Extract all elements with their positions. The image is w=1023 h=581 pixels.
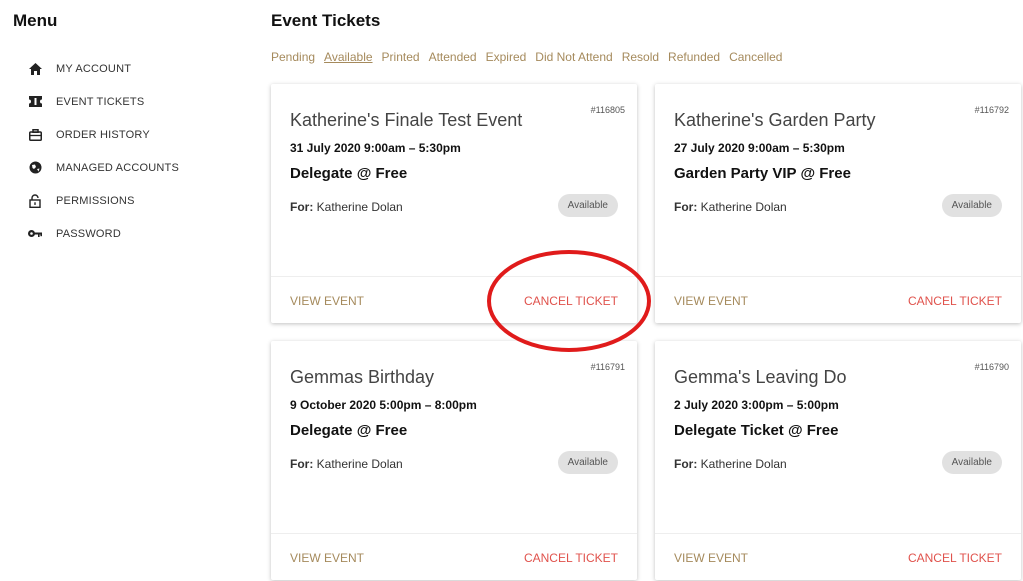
event-date: 27 July 2020 9:00am – 5:30pm — [674, 141, 845, 155]
ticket-card: #116805 Katherine's Finale Test Event 31… — [271, 84, 637, 323]
sidebar-item-label: MANAGED ACCOUNTS — [56, 161, 179, 174]
tab-resold[interactable]: Resold — [622, 50, 659, 64]
sidebar-item-event-tickets[interactable]: EVENT TICKETS — [28, 85, 179, 118]
key-icon — [28, 227, 42, 241]
sidebar-item-label: MY ACCOUNT — [56, 62, 132, 75]
cancel-ticket-link[interactable]: CANCEL TICKET — [908, 551, 1002, 565]
ticket-icon — [28, 95, 42, 109]
sidebar-item-label: PERMISSIONS — [56, 194, 135, 207]
tab-available[interactable]: Available — [324, 50, 372, 64]
ticket-card: #116792 Katherine's Garden Party 27 July… — [655, 84, 1021, 323]
ticket-holder-name: Katherine Dolan — [700, 200, 787, 214]
cancel-ticket-link[interactable]: CANCEL TICKET — [524, 294, 618, 308]
ticket-reference: #116791 — [590, 362, 625, 372]
ticket-holder-name: Katherine Dolan — [700, 457, 787, 471]
cancel-ticket-link[interactable]: CANCEL TICKET — [908, 294, 1002, 308]
ticket-holder-label: For: — [290, 457, 314, 471]
card-footer: VIEW EVENT CANCEL TICKET — [271, 533, 637, 580]
ticket-holder-label: For: — [290, 200, 314, 214]
sidebar-item-label: PASSWORD — [56, 227, 121, 240]
lock-icon — [28, 193, 42, 208]
sidebar-item-order-history[interactable]: ORDER HISTORY — [28, 118, 179, 151]
tab-pending[interactable]: Pending — [271, 50, 315, 64]
tab-printed[interactable]: Printed — [382, 50, 420, 64]
event-date: 2 July 2020 3:00pm – 5:00pm — [674, 398, 839, 412]
page-title: Event Tickets — [271, 11, 381, 30]
ticket-reference: #116805 — [590, 105, 625, 115]
sidebar-item-label: ORDER HISTORY — [56, 128, 150, 141]
view-event-link[interactable]: VIEW EVENT — [290, 294, 364, 308]
sidebar-item-password[interactable]: PASSWORD — [28, 217, 179, 250]
event-title: Gemma's Leaving Do — [674, 367, 847, 387]
ticket-holder-label: For: — [674, 457, 698, 471]
event-date: 31 July 2020 9:00am – 5:30pm — [290, 141, 461, 155]
ticket-reference: #116790 — [974, 362, 1009, 372]
sidebar-item-managed-accounts[interactable]: MANAGED ACCOUNTS — [28, 151, 179, 184]
ticket-holder-name: Katherine Dolan — [316, 200, 403, 214]
card-footer: VIEW EVENT CANCEL TICKET — [271, 276, 637, 323]
sidebar-item-permissions[interactable]: PERMISSIONS — [28, 184, 179, 217]
ticket-card: #116790 Gemma's Leaving Do 2 July 2020 3… — [655, 341, 1021, 580]
event-title: Katherine's Garden Party — [674, 110, 876, 130]
home-icon — [28, 62, 42, 76]
ticket-holder-name: Katherine Dolan — [316, 457, 403, 471]
ticket-type: Delegate Ticket @ Free — [674, 422, 839, 439]
tab-cancelled[interactable]: Cancelled — [729, 50, 782, 64]
ticket-holder-label: For: — [674, 200, 698, 214]
ticket-reference: #116792 — [974, 105, 1009, 115]
ticket-holder: For: Katherine Dolan — [290, 457, 403, 471]
card-footer: VIEW EVENT CANCEL TICKET — [655, 533, 1021, 580]
tab-expired[interactable]: Expired — [486, 50, 527, 64]
view-event-link[interactable]: VIEW EVENT — [674, 294, 748, 308]
status-badge: Available — [557, 451, 618, 474]
status-badge: Available — [941, 451, 1002, 474]
card-footer: VIEW EVENT CANCEL TICKET — [655, 276, 1021, 323]
ticket-holder: For: Katherine Dolan — [290, 200, 403, 214]
event-title: Katherine's Finale Test Event — [290, 110, 523, 130]
event-title: Gemmas Birthday — [290, 367, 435, 387]
sidebar-item-my-account[interactable]: MY ACCOUNT — [28, 52, 179, 85]
cancel-ticket-link[interactable]: CANCEL TICKET — [524, 551, 618, 565]
briefcase-icon — [28, 128, 42, 142]
tab-refunded[interactable]: Refunded — [668, 50, 720, 64]
globe-icon — [28, 161, 42, 175]
ticket-holder: For: Katherine Dolan — [674, 200, 787, 214]
ticket-type: Delegate @ Free — [290, 422, 408, 439]
menu-title: Menu — [13, 11, 58, 30]
view-event-link[interactable]: VIEW EVENT — [674, 551, 748, 565]
ticket-type: Garden Party VIP @ Free — [674, 165, 851, 182]
status-tabs: Pending Available Printed Attended Expir… — [271, 50, 791, 64]
ticket-card: #116791 Gemmas Birthday 9 October 2020 5… — [271, 341, 637, 580]
view-event-link[interactable]: VIEW EVENT — [290, 551, 364, 565]
cropped-header-strip — [0, 0, 1023, 8]
status-badge: Available — [557, 194, 618, 217]
status-badge: Available — [941, 194, 1002, 217]
sidebar-nav: MY ACCOUNT EVENT TICKETS ORDER HISTORY M… — [28, 52, 179, 250]
ticket-holder: For: Katherine Dolan — [674, 457, 787, 471]
event-date: 9 October 2020 5:00pm – 8:00pm — [290, 398, 477, 412]
ticket-type: Delegate @ Free — [290, 165, 408, 182]
tab-attended[interactable]: Attended — [429, 50, 477, 64]
sidebar-item-label: EVENT TICKETS — [56, 95, 145, 108]
tab-did-not-attend[interactable]: Did Not Attend — [535, 50, 612, 64]
